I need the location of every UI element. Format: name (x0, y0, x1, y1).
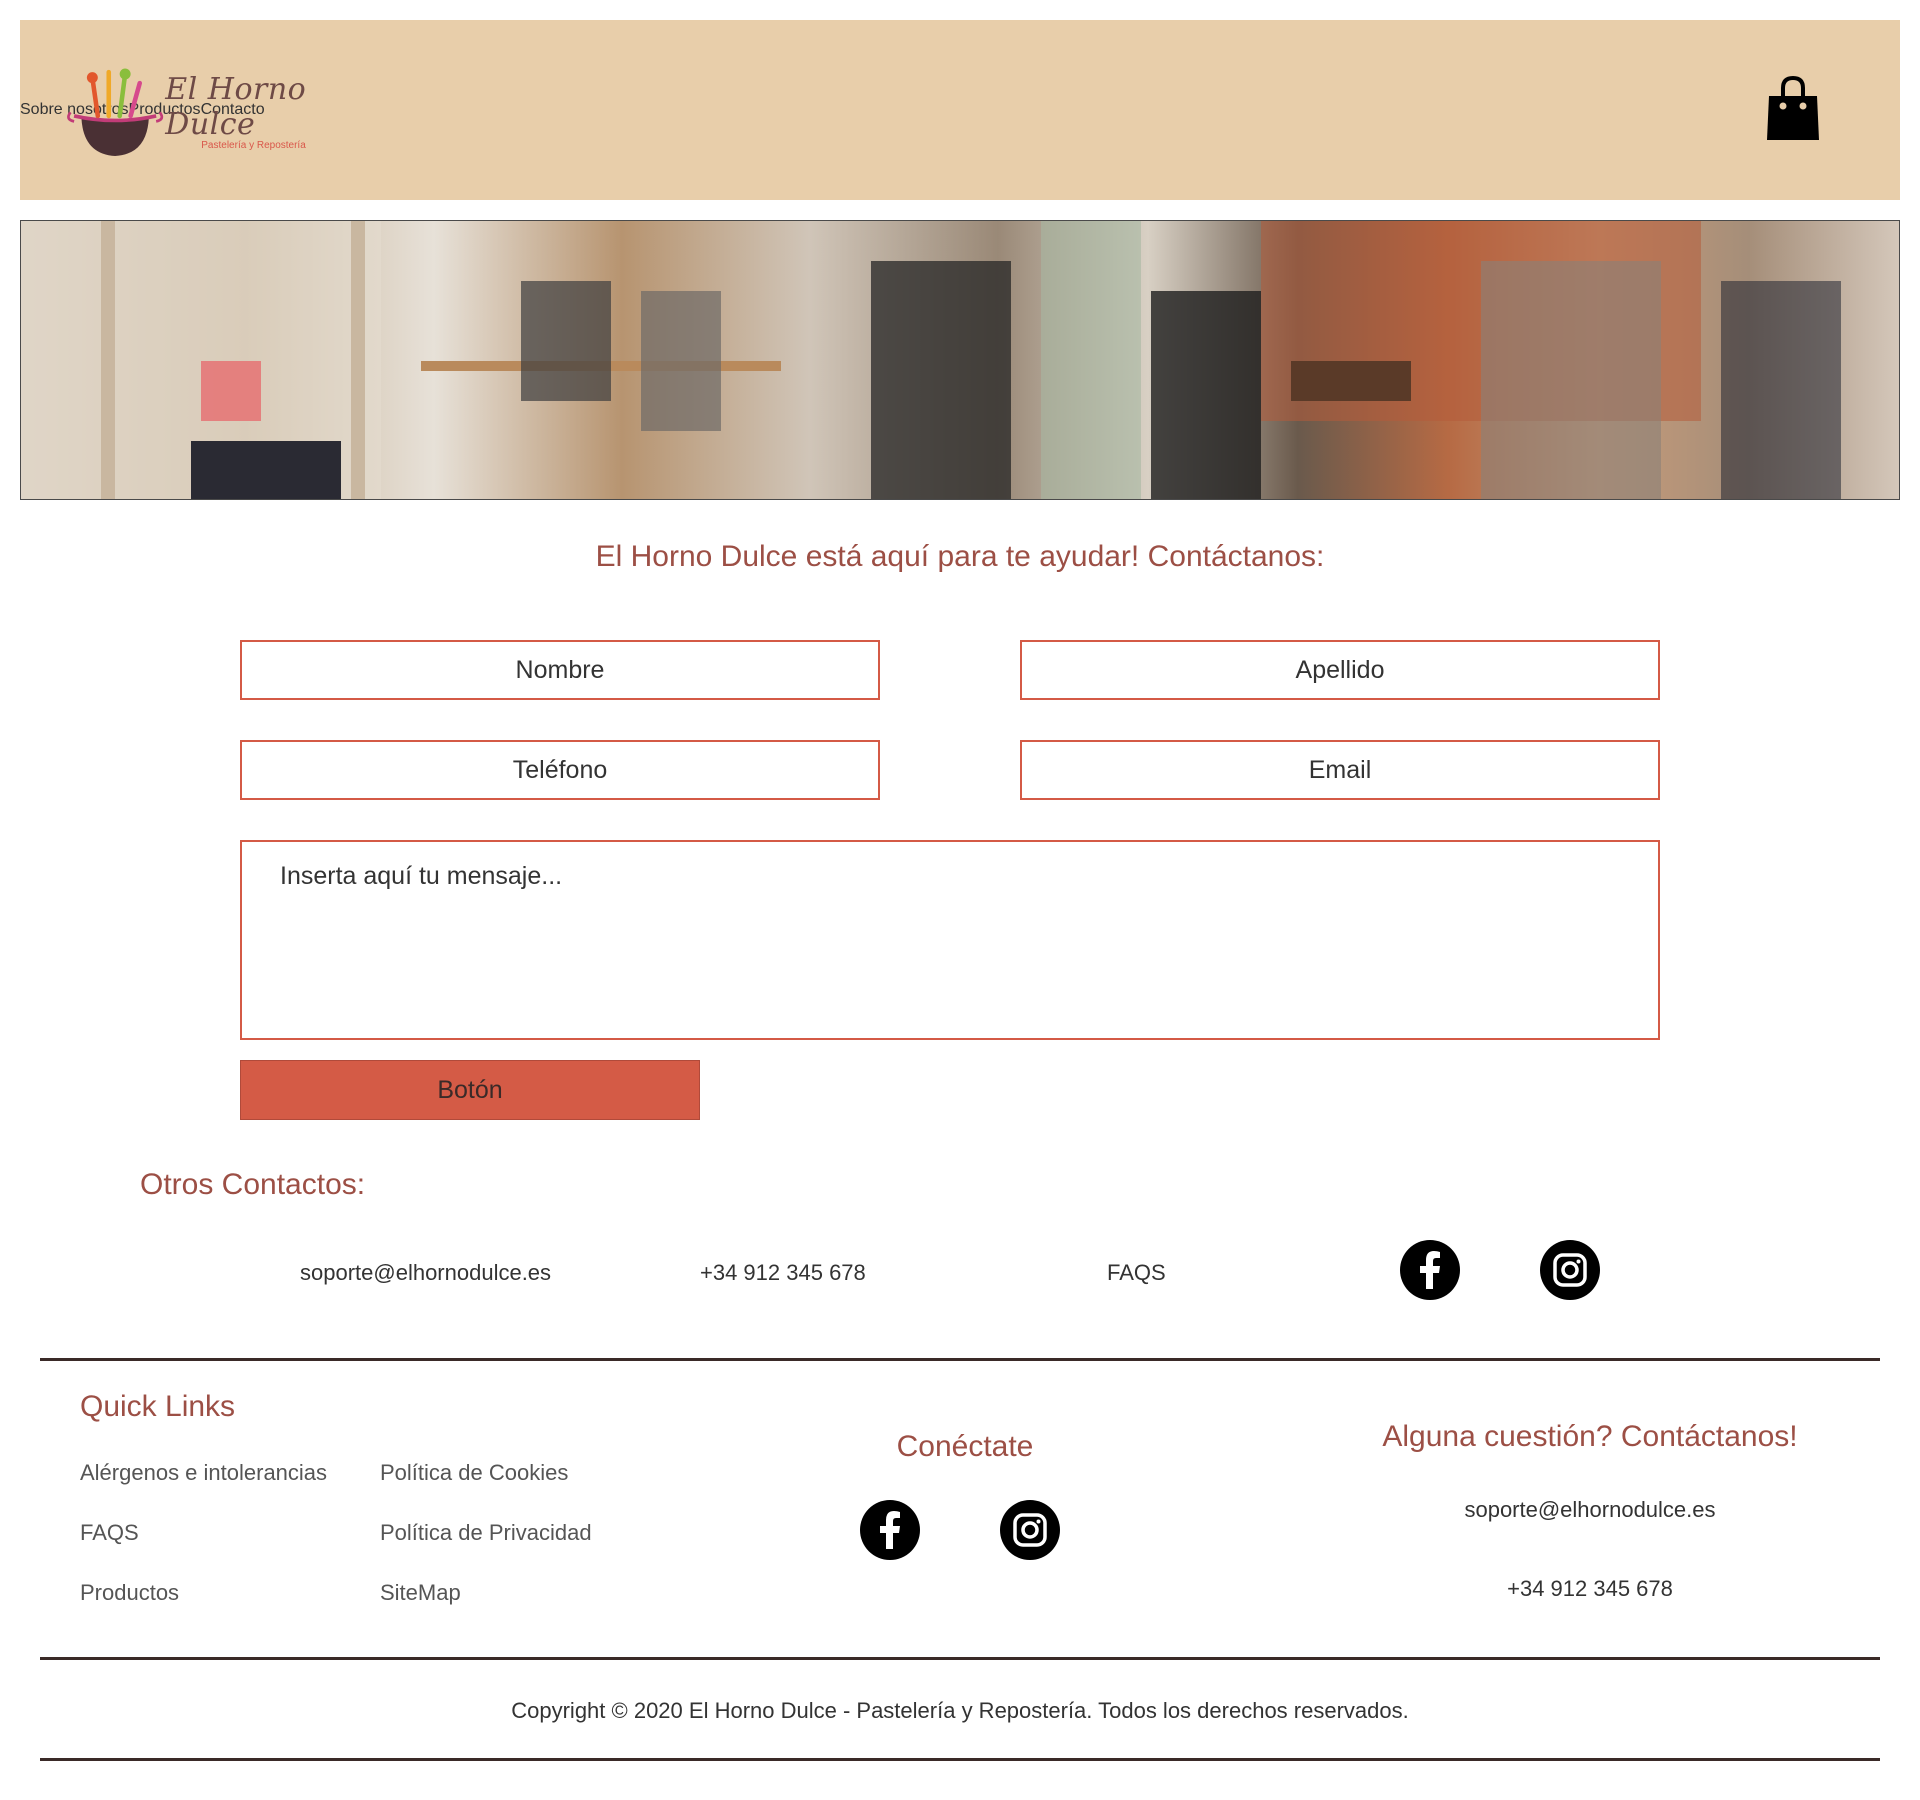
logo-subtitle: Pastelería y Repostería (201, 139, 306, 151)
footer-email-link[interactable]: soporte@elhornodulce.es (1360, 1497, 1820, 1523)
telefono-field[interactable]: Teléfono (240, 740, 880, 800)
hero-banner-image (20, 220, 1900, 500)
facebook-icon[interactable] (1399, 1239, 1461, 1301)
email-field[interactable]: Email (1020, 740, 1660, 800)
copyright-text: Copyright © 2020 El Horno Dulce - Pastel… (511, 1698, 1409, 1723)
facebook-icon[interactable] (859, 1499, 921, 1561)
conectate-heading: Conéctate (896, 1430, 1034, 1463)
apellido-field[interactable]: Apellido (1020, 640, 1660, 700)
instagram-icon[interactable] (1539, 1239, 1601, 1301)
quick-link-privacidad[interactable]: Política de Privacidad (380, 1520, 592, 1546)
others-phone[interactable]: +34 912 345 678 (700, 1260, 866, 1286)
footer-top-divider (40, 1358, 1880, 1361)
cafe-scene-illustration (21, 221, 1841, 499)
message-textarea[interactable]: Inserta aquí tu mensaje... (240, 840, 1660, 1040)
question-heading: Alguna cuestión? Contáctanos! (1382, 1420, 1798, 1453)
otros-contactos-heading: Otros Contactos: (140, 1168, 366, 1201)
quick-link-productos[interactable]: Productos (80, 1580, 179, 1606)
footer-bottom-divider (40, 1758, 1880, 1761)
logo-title: El Horno Dulce (165, 71, 307, 142)
contact-heading: El Horno Dulce está aquí para te ayudar!… (595, 540, 1325, 573)
bakery-bowl-logo-icon (67, 68, 164, 157)
logo[interactable]: El Horno Dulce Pastelería y Repostería (65, 50, 385, 180)
quick-link-faqs[interactable]: FAQS (80, 1520, 139, 1546)
footer-middle-divider (40, 1657, 1880, 1660)
others-faqs-link[interactable]: FAQS (1107, 1260, 1166, 1286)
shopping-bag-icon[interactable] (1765, 76, 1821, 142)
quick-link-alergenos[interactable]: Alérgenos e intolerancias (80, 1460, 327, 1486)
submit-button[interactable]: Botón (240, 1060, 700, 1120)
nombre-field[interactable]: Nombre (240, 640, 880, 700)
quick-links-heading: Quick Links (80, 1390, 236, 1423)
others-email-link[interactable]: soporte@elhornodulce.es (300, 1260, 551, 1286)
instagram-icon[interactable] (999, 1499, 1061, 1561)
footer-phone[interactable]: +34 912 345 678 (1360, 1576, 1820, 1602)
quick-link-cookies[interactable]: Política de Cookies (380, 1460, 568, 1486)
quick-link-sitemap[interactable]: SiteMap (380, 1580, 461, 1606)
site-header: El Horno Dulce Pastelería y Repostería S… (20, 20, 1900, 200)
logo-wordmark: El Horno Dulce Pastelería y Repostería (165, 72, 385, 151)
